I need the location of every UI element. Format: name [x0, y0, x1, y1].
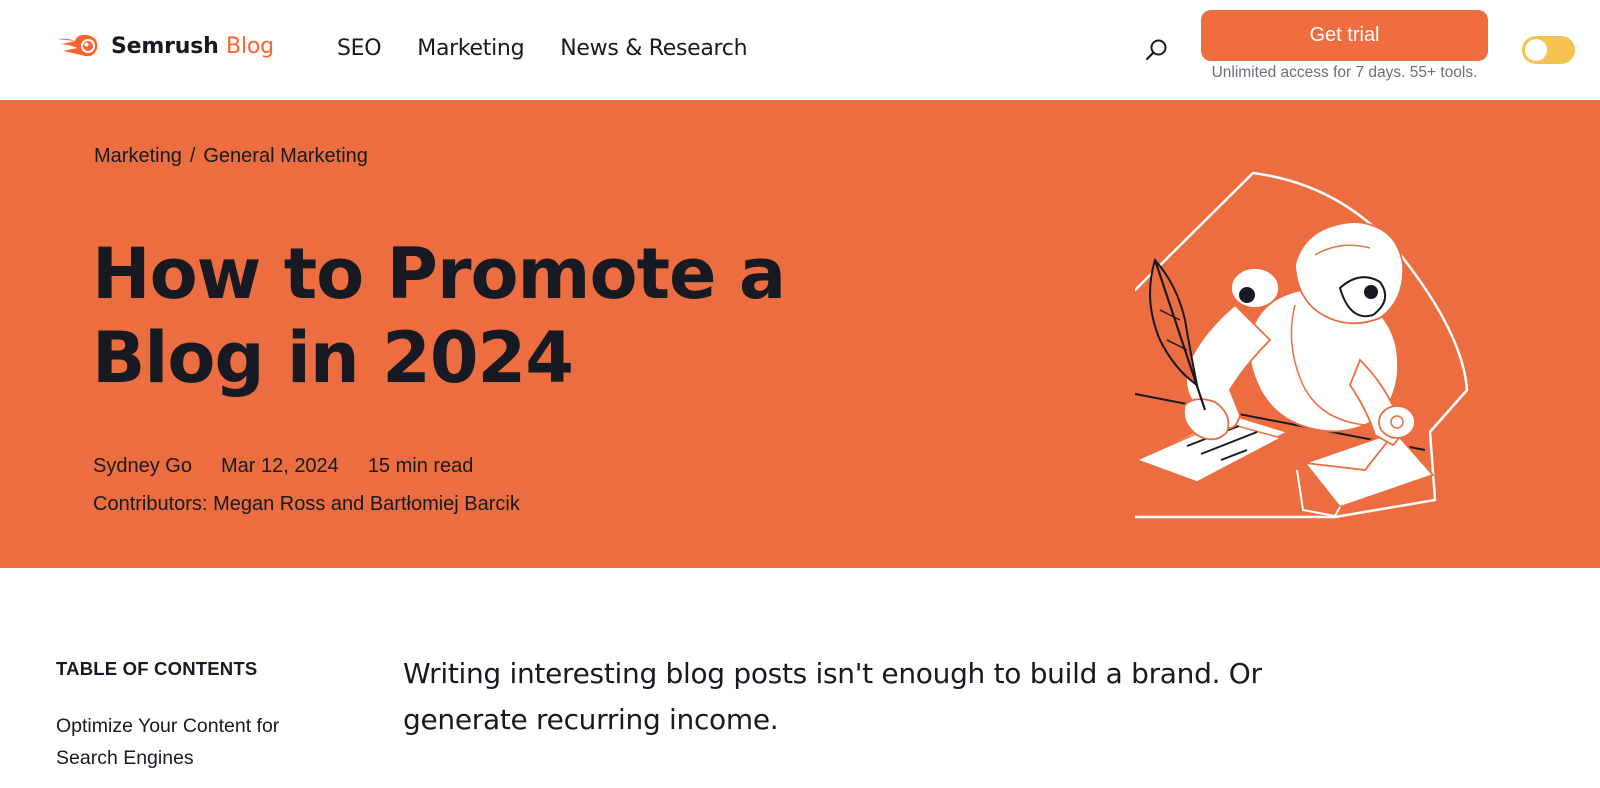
toggle-knob	[1525, 39, 1547, 61]
search-icon	[1145, 39, 1167, 61]
main-nav: SEO Marketing News & Research	[337, 36, 748, 61]
article-intro: Writing interesting blog posts isn't eno…	[403, 657, 1262, 736]
publish-date: Mar 12, 2024	[220, 455, 339, 477]
breadcrumb-marketing[interactable]: Marketing	[94, 145, 182, 168]
toc-title: TABLE OF CONTENTS	[56, 658, 258, 679]
site-header: Semrush Blog SEO Marketing News & Resear…	[0, 0, 1600, 100]
toc-item[interactable]: Optimize Your Content for Search Engines	[56, 710, 336, 774]
logo-brand: Semrush	[111, 33, 219, 59]
contributor-link-megan-ross[interactable]: Megan Ross	[213, 493, 325, 515]
nav-item-news-research[interactable]: News & Research	[560, 36, 747, 61]
semrush-blog-logo[interactable]: Semrush Blog	[55, 28, 274, 64]
logo-wordmark: Semrush Blog	[111, 34, 274, 59]
contributors-joiner: and	[325, 493, 370, 515]
author-link[interactable]: Sydney Go	[93, 455, 192, 478]
semrush-fire-logo-icon	[57, 34, 98, 57]
get-trial-button[interactable]: Get trial	[1201, 10, 1488, 61]
logo-section: Blog	[226, 33, 274, 59]
nav-item-marketing[interactable]: Marketing	[417, 36, 524, 61]
read-time: 15 min read	[367, 455, 474, 477]
search-button[interactable]	[1144, 37, 1170, 63]
contributor-link-bartlomiej-barcik[interactable]: Bartłomiej Barcik	[370, 493, 520, 515]
breadcrumb-separator: /	[189, 145, 196, 167]
breadcrumb: Marketing / General Marketing	[94, 145, 368, 168]
contributors-label: Contributors:	[93, 493, 214, 515]
breadcrumb-general-marketing[interactable]: General Marketing	[203, 145, 368, 168]
article-meta: Sydney Go Mar 12, 2024 15 min read	[93, 455, 502, 478]
trial-subtext: Unlimited access for 7 days. 55+ tools.	[1211, 64, 1478, 81]
article-title: How to Promote a Blog in 2024	[92, 233, 786, 399]
robot-writing-letter-illustration	[1135, 171, 1469, 519]
article-hero: Marketing / General Marketing How to Pro…	[0, 100, 1600, 568]
nav-item-seo[interactable]: SEO	[337, 36, 382, 61]
theme-toggle[interactable]	[1522, 36, 1575, 64]
contributors: Contributors: Megan Ross and Bartłomiej …	[93, 493, 520, 516]
